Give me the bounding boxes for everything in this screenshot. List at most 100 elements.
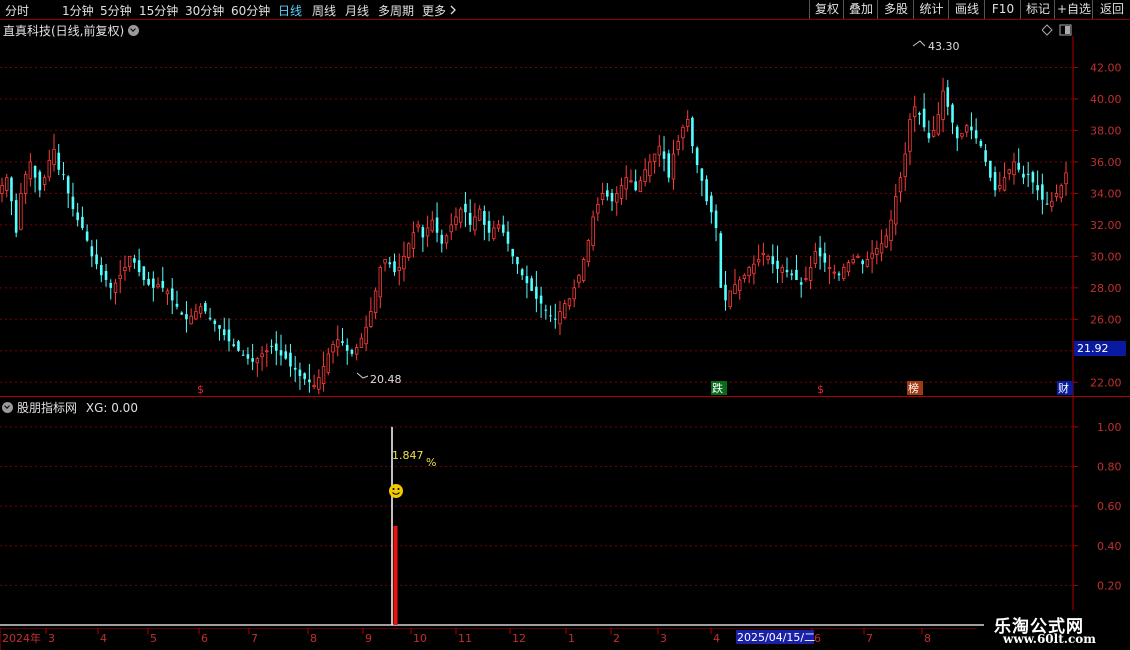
event-marker-finance[interactable]: 财	[1058, 381, 1069, 395]
candle	[255, 356, 260, 377]
candle	[189, 308, 193, 325]
candle	[605, 183, 609, 201]
price-high-annotation: 43.30	[912, 40, 960, 53]
candle	[213, 318, 217, 332]
candle	[71, 182, 75, 217]
period-tab-5min[interactable]: 5分钟	[100, 2, 132, 19]
candle	[109, 279, 113, 300]
f10-button[interactable]: F10	[984, 0, 1021, 19]
candle	[308, 363, 311, 393]
month-tick-label: 4	[713, 632, 720, 645]
restore-rights-button[interactable]: 复权	[809, 0, 844, 19]
candle	[137, 248, 141, 277]
candle	[0, 177, 4, 203]
candle	[194, 303, 198, 320]
candle	[884, 228, 889, 248]
candle	[341, 328, 344, 346]
event-marker-rank[interactable]: 榜	[908, 381, 919, 395]
event-marker-dividend[interactable]: $	[197, 383, 204, 396]
candle	[28, 153, 33, 187]
candle	[165, 288, 170, 305]
year-label: 2024年	[2, 631, 41, 645]
candle	[738, 276, 742, 300]
candle	[780, 264, 784, 283]
candle	[62, 161, 65, 181]
mark-button[interactable]: 标记	[1020, 0, 1055, 19]
candle	[648, 154, 652, 183]
period-tab-60min[interactable]: 60分钟	[231, 2, 270, 19]
candle	[279, 334, 283, 366]
month-tick-label: 8	[924, 632, 931, 645]
candle	[47, 149, 51, 182]
candle	[1064, 161, 1068, 196]
period-tab-monthly[interactable]: 月线	[345, 2, 369, 19]
candle	[227, 318, 231, 352]
candle	[317, 369, 321, 395]
candle	[416, 220, 420, 233]
candle	[147, 271, 150, 287]
price-tick-label: 32.00	[1090, 219, 1122, 232]
candle	[198, 303, 203, 318]
candle	[241, 349, 245, 356]
statistics-button[interactable]: 统计	[913, 0, 949, 19]
candle	[1002, 162, 1007, 192]
candle	[246, 347, 250, 365]
candle	[827, 254, 832, 284]
candle	[837, 271, 841, 281]
date-axis[interactable]: 2024年 3 4 5 6 7 8 9 10 11 12 1 2 3 4 6 7 8 2025/04/15/二	[0, 628, 1130, 650]
candle	[742, 273, 747, 283]
candle	[501, 215, 505, 237]
period-tab-15min[interactable]: 15分钟	[139, 2, 178, 19]
period-tab-multi[interactable]: 多周期	[378, 2, 414, 19]
candle	[33, 165, 37, 193]
watermark-url: www.60lt.com	[1003, 632, 1096, 646]
candle	[955, 124, 959, 152]
candle	[492, 220, 496, 241]
chevron-down-icon[interactable]	[128, 25, 140, 36]
period-tab-daily[interactable]: 日线	[278, 2, 302, 19]
candle	[615, 186, 619, 216]
candlestick-chart[interactable]: 22.0024.0026.0028.0030.0032.0034.0036.00…	[0, 36, 1130, 398]
watermark-logo: 乐淘公式网 www.60lt.com	[984, 610, 1130, 650]
period-tab-more[interactable]: 更多	[422, 2, 446, 19]
candle	[430, 210, 435, 233]
panel-controls	[1042, 24, 1072, 36]
candle	[76, 202, 79, 227]
period-tab-weekly[interactable]: 周线	[312, 2, 336, 19]
month-tick-label: 10	[413, 632, 427, 645]
event-marker-fall[interactable]: 跌	[712, 381, 723, 395]
candle	[908, 113, 912, 166]
candle	[856, 253, 860, 259]
candle	[927, 120, 931, 143]
draw-line-button[interactable]: 画线	[948, 0, 985, 19]
month-tick-label: 3	[48, 632, 55, 645]
smiley-icon	[389, 484, 403, 498]
candle	[251, 343, 254, 371]
candle	[776, 245, 779, 284]
candle	[912, 95, 917, 132]
period-tab-fenshi[interactable]: 分时	[5, 2, 29, 19]
price-tick-label: 42.00	[1090, 61, 1122, 74]
multi-stock-button[interactable]: 多股	[877, 0, 914, 19]
candle	[185, 301, 188, 333]
chevron-right-icon[interactable]	[449, 5, 457, 15]
candle	[156, 277, 160, 289]
period-tab-1min[interactable]: 1分钟	[62, 2, 94, 19]
candle	[66, 175, 70, 208]
candle	[1050, 192, 1054, 212]
indicator-chart[interactable]: 0.20 0.40 0.60 0.80 1.00 1.847 %	[0, 397, 1130, 629]
candle	[970, 112, 973, 140]
month-tick-label: 2	[613, 632, 620, 645]
back-button[interactable]: 返回	[1092, 0, 1130, 19]
candle	[979, 138, 983, 149]
candle	[170, 278, 174, 315]
selected-date-label: 2025/04/15/二	[737, 631, 815, 644]
overlay-button[interactable]: 叠加	[843, 0, 878, 19]
candle	[425, 215, 430, 248]
period-tab-30min[interactable]: 30分钟	[185, 2, 224, 19]
diamond-icon[interactable]	[1042, 24, 1053, 36]
candle	[989, 160, 992, 182]
add-watchlist-button[interactable]: +自选	[1054, 0, 1093, 19]
event-marker-dividend-2[interactable]: $	[817, 383, 824, 396]
candle	[700, 168, 704, 197]
